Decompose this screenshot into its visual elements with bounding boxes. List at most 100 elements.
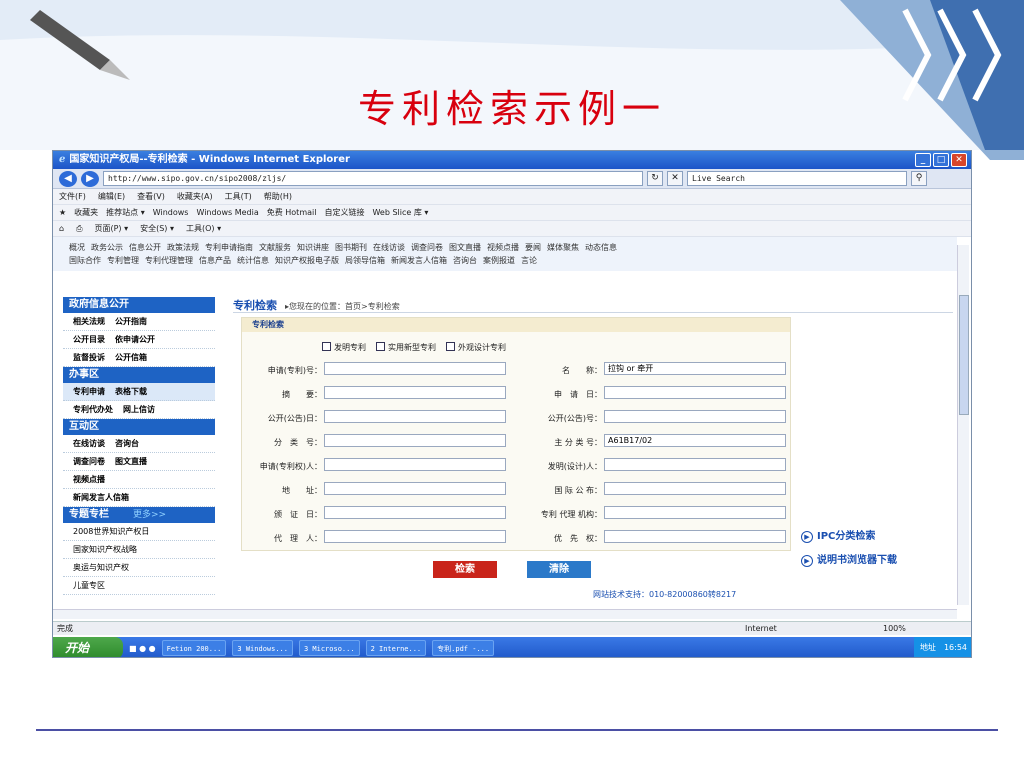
topnav-link[interactable]: 政务公示 <box>91 243 123 252</box>
task-button[interactable]: 2 Interne... <box>365 640 427 656</box>
topnav-link[interactable]: 局领导信箱 <box>345 256 385 265</box>
topnav-link[interactable]: 专利申请指南 <box>205 243 253 252</box>
type-invention-checkbox[interactable]: 发明专利 <box>322 342 366 353</box>
refresh-button[interactable]: ↻ <box>647 171 663 186</box>
grant_date-input[interactable] <box>324 506 506 519</box>
quicklaunch-icons[interactable]: ■ ● ● <box>129 644 156 653</box>
intl_pub-input[interactable] <box>604 482 786 495</box>
pub_no-input[interactable] <box>604 410 786 423</box>
search-field[interactable]: Live Search <box>687 171 907 186</box>
search-icon[interactable]: ⚲ <box>911 171 927 186</box>
favorites-button[interactable]: 收藏夹 <box>74 207 98 218</box>
priority-input[interactable] <box>604 530 786 543</box>
start-button[interactable]: 开始 <box>53 637 123 657</box>
cls-input[interactable] <box>324 434 506 447</box>
more-link[interactable]: 更多>> <box>133 510 166 520</box>
topnav-link[interactable]: 信息产品 <box>199 256 231 265</box>
fav-item[interactable]: Windows <box>153 208 189 217</box>
sidebar-link[interactable]: 咨询台 <box>115 439 139 448</box>
stop-button[interactable]: ✕ <box>667 171 683 186</box>
topnav-link[interactable]: 知识讲座 <box>297 243 329 252</box>
sidebar-link[interactable]: 调查问卷 <box>73 457 105 466</box>
address-input[interactable] <box>324 482 506 495</box>
task-button[interactable]: 3 Microso... <box>298 640 360 656</box>
menu-tools[interactable]: 工具(T) <box>225 191 252 202</box>
menu-file[interactable]: 文件(F) <box>59 191 86 202</box>
menu-help[interactable]: 帮助(H) <box>264 191 292 202</box>
task-button[interactable]: Fetion 200... <box>161 640 227 656</box>
sidebar-link[interactable]: 依申请公开 <box>115 335 155 344</box>
viewer-download-link[interactable]: ▶ 说明书浏览器下载 <box>801 551 897 567</box>
inventor-input[interactable] <box>604 458 786 471</box>
topnav-link[interactable]: 要闻 <box>525 243 541 252</box>
sidebar-link[interactable]: 公开信箱 <box>115 353 147 362</box>
sidebar-link[interactable]: 专利代办处 <box>73 405 113 414</box>
topnav-link[interactable]: 文献服务 <box>259 243 291 252</box>
sidebar-link[interactable]: 新闻发言人信箱 <box>73 493 129 502</box>
vertical-scrollbar[interactable] <box>957 245 969 605</box>
home-icon[interactable]: ⌂ <box>59 224 64 233</box>
cmd-safety[interactable]: 安全(S) ▾ <box>140 223 174 234</box>
applicant-input[interactable] <box>324 458 506 471</box>
sidebar-link[interactable]: 在线访谈 <box>73 439 105 448</box>
sidebar-link[interactable]: 视频点播 <box>73 475 105 484</box>
topnav-link[interactable]: 信息公开 <box>129 243 161 252</box>
search-button[interactable]: 检索 <box>433 561 497 578</box>
topnav-link[interactable]: 国际合作 <box>69 256 101 265</box>
fav-item[interactable]: Windows Media <box>196 208 258 217</box>
sidebar-link[interactable]: 相关法规 <box>73 317 105 326</box>
main_cls-input[interactable]: A61B17/02 <box>604 434 786 447</box>
type-design-checkbox[interactable]: 外观设计专利 <box>446 342 506 353</box>
fav-item[interactable]: 自定义链接 <box>324 207 364 218</box>
close-button[interactable]: ✕ <box>951 153 967 167</box>
back-button[interactable]: ◀ <box>59 170 77 187</box>
topnav-link[interactable]: 新闻发言人信箱 <box>391 256 447 265</box>
task-button[interactable]: 3 Windows... <box>232 640 293 656</box>
fav-item[interactable]: 免费 Hotmail <box>267 207 317 218</box>
sidebar-link[interactable]: 图文直播 <box>115 457 147 466</box>
print-icon[interactable]: ⎙ <box>76 224 82 234</box>
topnav-link[interactable]: 统计信息 <box>237 256 269 265</box>
topnav-link[interactable]: 概况 <box>69 243 85 252</box>
zoom-level[interactable]: 100% <box>883 622 906 636</box>
horizontal-scrollbar[interactable] <box>53 609 957 619</box>
sidebar-link[interactable]: 公开目录 <box>73 335 105 344</box>
sidebar-link[interactable]: 表格下载 <box>115 387 147 396</box>
topnav-link[interactable]: 咨询台 <box>453 256 477 265</box>
menu-favorites[interactable]: 收藏夹(A) <box>177 191 213 202</box>
agency-input[interactable] <box>604 506 786 519</box>
sidebar-link[interactable]: 监督投诉 <box>73 353 105 362</box>
abstract-input[interactable] <box>324 386 506 399</box>
topnav-link[interactable]: 调查问卷 <box>411 243 443 252</box>
agent-input[interactable] <box>324 530 506 543</box>
cmd-tools[interactable]: 工具(O) ▾ <box>186 223 221 234</box>
sidebar-link[interactable]: 儿童专区 <box>73 581 105 590</box>
url-field[interactable]: http://www.sipo.gov.cn/sipo2008/zljs/ <box>103 171 643 186</box>
pub_date-input[interactable] <box>324 410 506 423</box>
sidebar-link[interactable]: 奥运与知识产权 <box>73 563 129 572</box>
sidebar-link[interactable]: 公开指南 <box>115 317 147 326</box>
ipc-link[interactable]: ▶ IPC分类检索 <box>801 527 897 543</box>
minimize-button[interactable]: _ <box>915 153 931 167</box>
cmd-page[interactable]: 页面(P) ▾ <box>94 223 128 234</box>
topnav-link[interactable]: 案例报道 <box>483 256 515 265</box>
sidebar-link[interactable]: 2008世界知识产权日 <box>73 527 149 536</box>
sidebar-link[interactable]: 专利申请 <box>73 387 105 396</box>
topnav-link[interactable]: 动态信息 <box>585 243 617 252</box>
topnav-link[interactable]: 图书期刊 <box>335 243 367 252</box>
task-button[interactable]: 专利.pdf -... <box>432 640 495 656</box>
app_date-input[interactable] <box>604 386 786 399</box>
clear-button[interactable]: 清除 <box>527 561 591 578</box>
menu-view[interactable]: 查看(V) <box>137 191 165 202</box>
topnav-link[interactable]: 视频点播 <box>487 243 519 252</box>
topnav-link[interactable]: 知识产权报电子版 <box>275 256 339 265</box>
topnav-link[interactable]: 专利代理管理 <box>145 256 193 265</box>
maximize-button[interactable]: □ <box>933 153 949 167</box>
fav-item[interactable]: 推荐站点 ▾ <box>106 207 145 218</box>
type-utility-checkbox[interactable]: 实用新型专利 <box>376 342 436 353</box>
topnav-link[interactable]: 专利管理 <box>107 256 139 265</box>
topnav-link[interactable]: 政策法规 <box>167 243 199 252</box>
topnav-link[interactable]: 言论 <box>521 256 537 265</box>
sidebar-link[interactable]: 网上信访 <box>123 405 155 414</box>
name-input[interactable]: 拉钩 or 牵开 <box>604 362 786 375</box>
